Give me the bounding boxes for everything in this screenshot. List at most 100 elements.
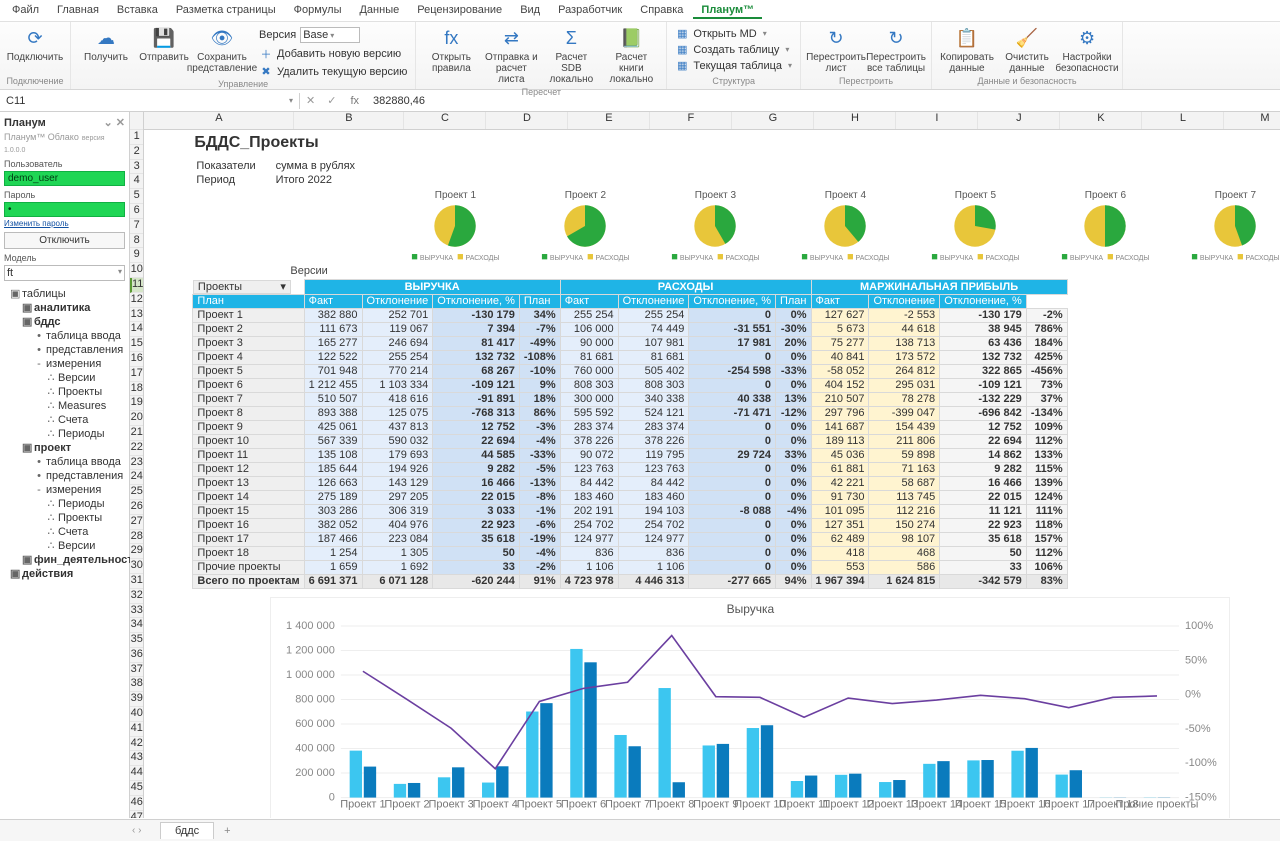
ribbon-group-data-security: 📋Копировать данные🧹Очистить данные⚙Настр… xyxy=(932,22,1123,89)
ribbon-small-button[interactable]: ▦Открыть MD▾ xyxy=(673,26,794,41)
ribbon-button[interactable]: ↻Перестроить все таблицы xyxy=(867,24,925,76)
tree-node[interactable]: ∴Периоды xyxy=(4,427,125,441)
panel-title: Планум xyxy=(4,117,46,129)
username-input[interactable]: demo_user xyxy=(4,171,125,186)
svg-text:800 000: 800 000 xyxy=(296,693,336,705)
collapse-icon[interactable]: ⌄ xyxy=(104,117,113,129)
change-password-link[interactable]: Изменить пароль xyxy=(4,219,125,228)
tree-node[interactable]: ▣бддс xyxy=(4,315,125,329)
svg-text:Проект 3: Проект 3 xyxy=(429,798,474,810)
menu-item[interactable]: Файл xyxy=(4,2,47,19)
disconnect-button[interactable]: Отключить xyxy=(4,232,125,249)
svg-text:0: 0 xyxy=(329,791,335,803)
tree-node[interactable]: ∴Проекты xyxy=(4,511,125,525)
tree-node[interactable]: ▣таблицы xyxy=(4,287,125,301)
ribbon-group-management: ☁Получить💾Отправить👁Сохранить представле… xyxy=(71,22,416,89)
ribbon-button[interactable]: 🧹Очистить данные xyxy=(998,24,1056,76)
name-box[interactable]: C11 xyxy=(6,95,25,107)
ribbon-button[interactable]: fxОткрыть правила xyxy=(422,24,480,76)
ribbon-button[interactable]: 👁Сохранить представление xyxy=(193,24,251,76)
version-select[interactable]: Base▾ xyxy=(300,27,360,43)
column-headers: ABCDEFGHIJKLMN xyxy=(144,112,1280,130)
report-title: БДДС_Проекты xyxy=(194,134,1280,152)
svg-text:600 000: 600 000 xyxy=(296,718,336,730)
svg-text:0%: 0% xyxy=(1185,688,1201,700)
tree-node[interactable]: -измерения xyxy=(4,483,125,497)
ribbon-button[interactable]: ΣРасчет SDB локально xyxy=(542,24,600,87)
tab-nav[interactable]: ‹ › xyxy=(132,825,141,836)
menu-item[interactable]: Данные xyxy=(351,2,407,19)
ribbon-button[interactable]: ⇄Отправка и расчет листа xyxy=(482,24,540,87)
formula-input[interactable]: 382880,46 xyxy=(367,93,1280,109)
tree-node[interactable]: ▣фин_деятельность xyxy=(4,553,125,567)
svg-text:Прочие проекты: Прочие проекты xyxy=(1116,798,1199,810)
tree-node[interactable]: •таблица ввода xyxy=(4,329,125,343)
sheet-tab[interactable]: бддс xyxy=(160,822,214,839)
menu-item[interactable]: Вставка xyxy=(109,2,166,19)
add-version-button[interactable]: ＋Добавить новую версию xyxy=(257,45,409,63)
ribbon-group-connection: ⟳ПодключитьПодключение xyxy=(0,22,71,89)
close-icon[interactable]: ✕ xyxy=(116,117,125,129)
menu-item[interactable]: Вид xyxy=(512,2,548,19)
tree-node[interactable]: ∴Счета xyxy=(4,525,125,539)
ribbon-button[interactable]: 📗Расчет книги локально xyxy=(602,24,660,87)
menu-item[interactable]: Разработчик xyxy=(550,2,630,19)
svg-text:50%: 50% xyxy=(1185,654,1207,666)
row-headers: 1234567891011121314151617181920212223242… xyxy=(130,112,144,818)
tree-node[interactable]: ▣действия xyxy=(4,567,125,581)
ribbon-button[interactable]: ⟳Подключить xyxy=(6,24,64,65)
sheet-tab-bar: ‹ › бддс + xyxy=(0,819,1280,841)
menu-item[interactable]: Справка xyxy=(632,2,691,19)
menu-item[interactable]: Формулы xyxy=(286,2,350,19)
tree-node[interactable]: ∴Measures xyxy=(4,399,125,413)
svg-text:Проект 9: Проект 9 xyxy=(694,798,739,810)
menu-item[interactable]: Разметка страницы xyxy=(168,2,284,19)
svg-text:Проект 4: Проект 4 xyxy=(473,798,518,810)
svg-text:1 000 000: 1 000 000 xyxy=(286,668,335,680)
svg-text:400 000: 400 000 xyxy=(296,742,336,754)
revenue-chart: Выручка 0200 000400 000600 000800 0001 0… xyxy=(270,597,1230,819)
ribbon-button[interactable]: ⚙Настройки безопасности xyxy=(1058,24,1116,76)
tree-node[interactable]: •таблица ввода xyxy=(4,455,125,469)
delete-version-button[interactable]: ✖Удалить текущую версию xyxy=(257,64,409,79)
menu-bar: ФайлГлавнаяВставкаРазметка страницыФорму… xyxy=(0,0,1280,22)
tree-node[interactable]: ▣аналитика xyxy=(4,301,125,315)
enter-icon[interactable]: ✓ xyxy=(321,94,342,107)
ribbon-button[interactable]: ↻Перестроить лист xyxy=(807,24,865,76)
password-input[interactable]: • xyxy=(4,202,125,217)
menu-item[interactable]: Планум™ xyxy=(693,2,762,19)
svg-text:Проект 7: Проект 7 xyxy=(605,798,650,810)
tree-node[interactable]: ▣проект xyxy=(4,441,125,455)
tree-node[interactable]: ∴Проекты xyxy=(4,385,125,399)
menu-item[interactable]: Рецензирование xyxy=(409,2,510,19)
tree-node[interactable]: ∴Версии xyxy=(4,539,125,553)
svg-text:Проект 6: Проект 6 xyxy=(561,798,606,810)
ribbon-small-button[interactable]: ▦Текущая таблица▾ xyxy=(673,58,794,73)
ribbon-group-recalc: fxОткрыть правила⇄Отправка и расчет лист… xyxy=(416,22,667,89)
main-table: Проекты▾ВЫРУЧКАРАСХОДЫМАРЖИНАЛЬНАЯ ПРИБЫ… xyxy=(192,279,1067,589)
tree-node[interactable]: •представления xyxy=(4,469,125,483)
ribbon-group-structure: ▦Открыть MD▾▦Создать таблицу▾▦Текущая та… xyxy=(667,22,801,89)
ribbon-small-button[interactable]: ▦Создать таблицу▾ xyxy=(673,42,794,57)
tree-node[interactable]: •представления xyxy=(4,343,125,357)
svg-text:1 200 000: 1 200 000 xyxy=(286,644,335,656)
svg-text:100%: 100% xyxy=(1185,619,1213,631)
ribbon-group-rebuild: ↻Перестроить лист↻Перестроить все таблиц… xyxy=(801,22,932,89)
model-select[interactable]: ft▾ xyxy=(4,265,125,281)
add-sheet-button[interactable]: + xyxy=(218,825,236,837)
ribbon-button[interactable]: 📋Копировать данные xyxy=(938,24,996,76)
svg-text:Проект 1: Проект 1 xyxy=(341,798,386,810)
tree-node[interactable]: ∴Версии xyxy=(4,371,125,385)
svg-text:200 000: 200 000 xyxy=(296,767,336,779)
svg-text:-100%: -100% xyxy=(1185,757,1217,769)
side-panel: Планум ⌄ ✕ Планум™ Облако версия 1.0.0.0… xyxy=(0,112,130,818)
tree-node[interactable]: ∴Периоды xyxy=(4,497,125,511)
cancel-icon[interactable]: ✕ xyxy=(300,94,321,107)
ribbon-button[interactable]: ☁Получить xyxy=(77,24,135,76)
fx-icon[interactable]: fx xyxy=(342,95,367,107)
menu-item[interactable]: Главная xyxy=(49,2,107,19)
tree-node[interactable]: -измерения xyxy=(4,357,125,371)
projects-filter[interactable]: Проекты▾ xyxy=(193,280,291,294)
ribbon-button[interactable]: 💾Отправить xyxy=(135,24,193,76)
tree-node[interactable]: ∴Счета xyxy=(4,413,125,427)
